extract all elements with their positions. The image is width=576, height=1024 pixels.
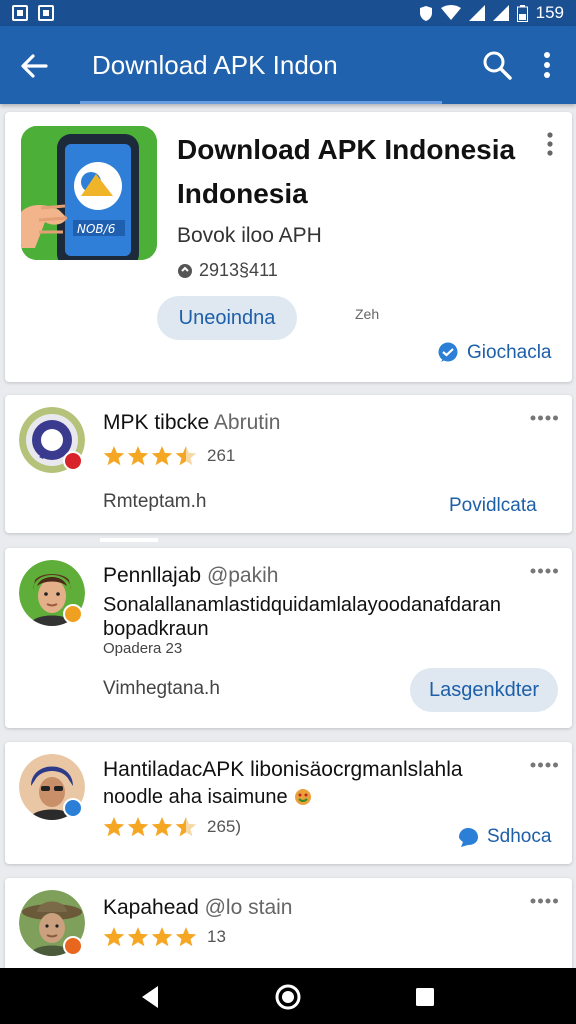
search-icon[interactable]	[480, 48, 514, 82]
star-rating: 261	[103, 445, 235, 467]
app-icon: NOB/6	[21, 126, 157, 260]
emoji-icon	[294, 789, 311, 805]
rating-count: 261	[207, 446, 236, 465]
more-options-icon[interactable]	[536, 48, 558, 82]
battery-icon	[516, 4, 528, 22]
app-link[interactable]: Giochacla	[437, 342, 552, 364]
side-hint: Zeh	[355, 306, 380, 322]
gallery-notification-icon	[12, 5, 28, 21]
reviewer-name: Pennllajab	[103, 564, 202, 587]
star-icon	[103, 446, 125, 466]
app-bar: Download APK Indon	[0, 26, 576, 104]
nav-back-icon[interactable]	[136, 982, 166, 1012]
review-date: Opadera 23	[103, 640, 183, 657]
review-footer: Vimhegtana.h	[103, 678, 220, 699]
app-link-label: Giochacla	[467, 342, 552, 363]
tab-indicator	[80, 101, 442, 104]
download-count-icon	[178, 263, 192, 278]
card-menu-icon[interactable]	[545, 132, 555, 158]
review-card: HantiladacAPK libonisäocrgmanlslahla noo…	[5, 742, 572, 864]
star-icon	[103, 817, 125, 837]
star-rating: 13	[103, 926, 226, 948]
page-title: Download APK Indon	[92, 50, 338, 80]
back-arrow-icon[interactable]	[18, 50, 52, 82]
scroll-indicator	[100, 538, 158, 542]
review-text-line: bopadkraun	[103, 618, 209, 640]
review-card: Pennllajab @pakih Sonalallanamlastidquid…	[5, 548, 572, 728]
status-badge	[63, 936, 83, 956]
reviewer-name: HantiladacAPK libonisäocrgmanlslahla	[103, 758, 463, 781]
chat-icon	[438, 342, 458, 362]
star-icon	[175, 817, 197, 837]
star-icon	[151, 446, 173, 466]
install-button[interactable]: Uneoindna	[157, 296, 297, 340]
review-footer: Rmteptam.h	[103, 491, 207, 512]
review-menu-icon[interactable]	[529, 760, 559, 770]
star-icon	[127, 927, 149, 947]
wifi-icon	[440, 5, 461, 20]
review-text: noodle aha isaimune	[103, 784, 312, 810]
app-meta: 2913§411	[177, 260, 278, 281]
review-menu-icon[interactable]	[529, 566, 559, 576]
rating-count: 13	[207, 927, 226, 946]
status-bar: 159	[0, 0, 576, 26]
reviewer-handle: Abrutin	[213, 411, 281, 434]
status-badge	[63, 798, 83, 818]
star-icon	[151, 927, 173, 947]
star-icon	[103, 927, 125, 947]
reviewer-handle: @pakih	[206, 564, 279, 587]
app-title: Download APK Indonesia Indonesia	[177, 134, 516, 209]
rating-count: 265)	[207, 817, 242, 836]
app-meta-value: 2913§411	[199, 260, 278, 280]
navigation-bar	[0, 968, 576, 1024]
review-text-line: Sonalallanamlastidquidamlalayoodanafdara…	[103, 594, 502, 616]
shield-icon	[419, 5, 432, 21]
review-link[interactable]: Povidlcata	[449, 495, 537, 517]
review-link[interactable]: Sdhoca	[457, 826, 551, 848]
nav-recents-icon[interactable]	[410, 982, 440, 1012]
signal-icon	[468, 5, 485, 21]
app-info-card: NOB/6 Download APK Indonesia Indonesia B…	[5, 112, 572, 382]
nav-home-icon[interactable]	[273, 982, 303, 1012]
star-rating: 265)	[103, 816, 241, 838]
signal-icon-2	[492, 5, 509, 21]
reviewer-name: Kapahead	[103, 896, 199, 919]
star-icon	[175, 446, 197, 466]
review-action-button[interactable]: Lasgenkdter	[410, 668, 558, 712]
image-notification-icon	[38, 5, 54, 21]
reviewer-handle: @lo stain	[204, 896, 293, 919]
star-icon	[127, 817, 149, 837]
review-text-value: noodle aha isaimune	[103, 786, 288, 808]
review-menu-icon[interactable]	[529, 413, 559, 423]
review-menu-icon[interactable]	[529, 896, 559, 906]
status-badge	[63, 451, 83, 471]
star-icon	[151, 817, 173, 837]
svg-text:NOB/6: NOB/6	[77, 222, 116, 236]
review-card: MPK tibcke Abrutin 261 Rmteptam.h Povidl…	[5, 395, 572, 533]
status-time: 159	[535, 3, 564, 22]
star-icon	[127, 446, 149, 466]
status-badge	[63, 604, 83, 624]
review-link-label: Sdhoca	[487, 826, 552, 847]
chat-bubble-icon	[459, 828, 478, 847]
reviewer-name: MPK tibcke	[103, 411, 210, 434]
app-developer: Bovok iloo APH	[177, 224, 322, 247]
star-icon	[175, 927, 197, 947]
